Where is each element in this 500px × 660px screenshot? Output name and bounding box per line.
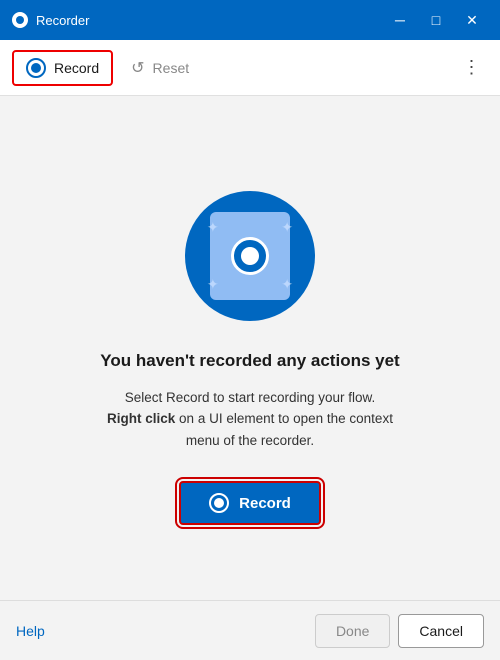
reset-toolbar-button[interactable]: ↺ Reset — [117, 50, 203, 86]
title-bar-left: Recorder — [12, 12, 89, 28]
record-button-icon — [209, 493, 229, 513]
cancel-button[interactable]: Cancel — [398, 614, 484, 648]
description-text-2: on a UI element to open the context menu… — [175, 411, 393, 448]
window-controls: ─ □ ✕ — [384, 6, 488, 34]
record-badge-icon — [231, 237, 269, 275]
footer-buttons: Done Cancel — [315, 614, 484, 648]
more-options-button[interactable]: ⋮ — [456, 52, 488, 84]
main-content: ✦ ✦ ✦ ✦ You haven't recorded any actions… — [0, 96, 500, 600]
footer: Help Done Cancel — [0, 600, 500, 660]
main-heading: You haven't recorded any actions yet — [100, 351, 399, 371]
restore-button[interactable]: □ — [420, 6, 452, 34]
main-icon-container: ✦ ✦ ✦ ✦ — [185, 191, 315, 321]
record-circle-icon — [26, 58, 46, 78]
window-title: Recorder — [36, 13, 89, 28]
description-text-1: Select Record to start recording your fl… — [125, 390, 376, 405]
main-description: Select Record to start recording your fl… — [100, 387, 400, 452]
description-bold-text: Right click — [107, 411, 175, 426]
app-icon — [12, 12, 28, 28]
record-toolbar-button[interactable]: Record — [12, 50, 113, 86]
record-main-label: Record — [239, 495, 291, 512]
toolbar: Record ↺ Reset ⋮ — [0, 40, 500, 96]
record-toolbar-label: Record — [54, 60, 99, 76]
reset-icon: ↺ — [131, 58, 144, 78]
record-main-button[interactable]: Record — [179, 481, 321, 525]
done-button[interactable]: Done — [315, 614, 390, 648]
document-icon — [210, 212, 290, 300]
title-bar: Recorder ─ □ ✕ — [0, 0, 500, 40]
close-button[interactable]: ✕ — [456, 6, 488, 34]
minimize-button[interactable]: ─ — [384, 6, 416, 34]
reset-toolbar-label: Reset — [153, 60, 190, 76]
help-link[interactable]: Help — [16, 623, 45, 639]
